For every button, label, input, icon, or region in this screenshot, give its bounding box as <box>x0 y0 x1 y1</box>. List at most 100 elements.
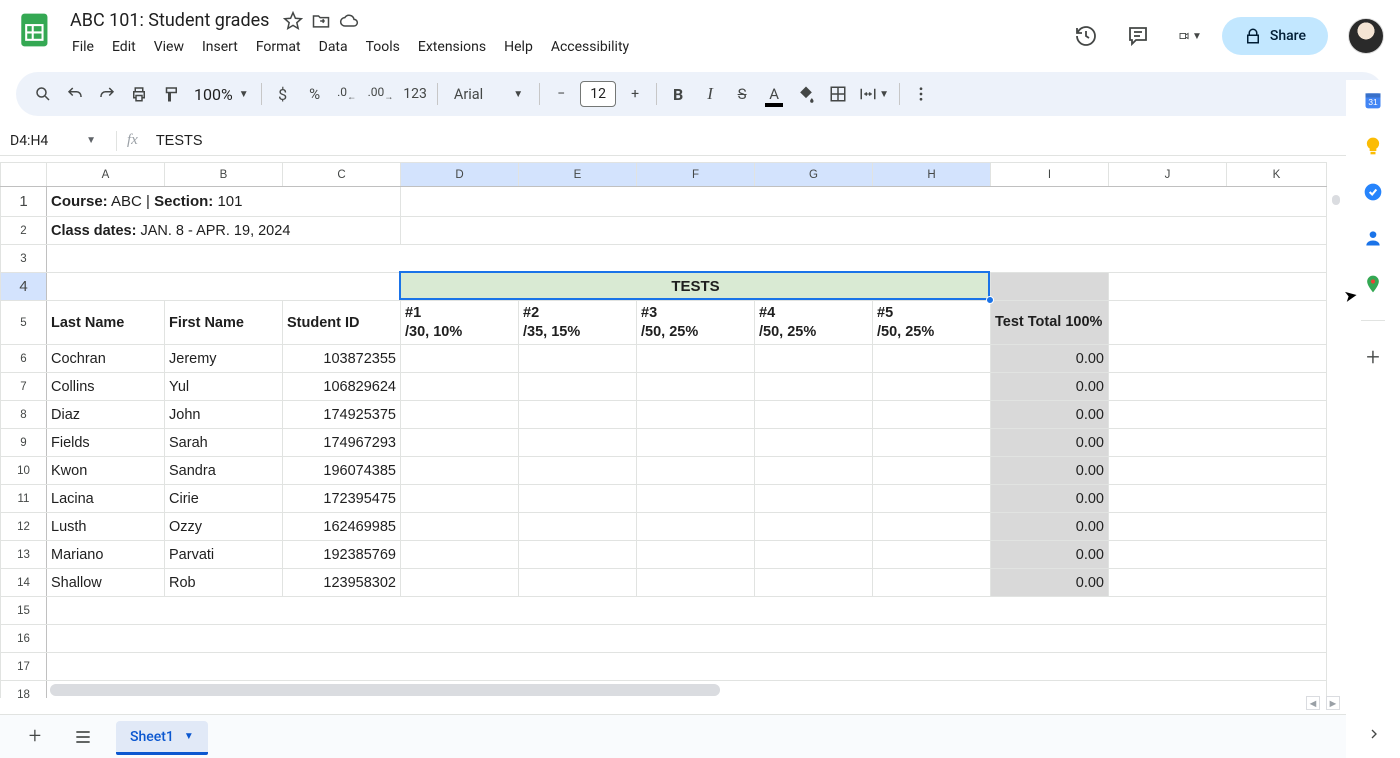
student-last[interactable]: Diaz <box>47 401 165 429</box>
percent-button[interactable]: % <box>300 79 330 109</box>
col-header-G[interactable]: G <box>755 163 873 187</box>
row-header-2[interactable]: 2 <box>1 217 47 245</box>
header-total[interactable]: Test Total 100% <box>991 301 1109 345</box>
row-header-12[interactable]: 12 <box>1 513 47 541</box>
header-studentid[interactable]: Student ID <box>283 301 401 345</box>
student-id[interactable]: 123958302 <box>283 569 401 597</box>
cell[interactable] <box>47 245 1327 273</box>
student-last[interactable]: Lacina <box>47 485 165 513</box>
cell[interactable] <box>1109 401 1327 429</box>
student-total[interactable]: 0.00 <box>991 485 1109 513</box>
increase-font-button[interactable]: + <box>620 79 650 109</box>
cell[interactable] <box>755 485 873 513</box>
col-header-K[interactable]: K <box>1227 163 1327 187</box>
search-icon[interactable] <box>28 79 58 109</box>
student-id[interactable]: 174967293 <box>283 429 401 457</box>
cell[interactable] <box>47 625 1327 653</box>
cell[interactable] <box>401 541 519 569</box>
decrease-font-button[interactable]: − <box>546 79 576 109</box>
cell[interactable] <box>401 345 519 373</box>
maps-icon[interactable] <box>1363 274 1383 298</box>
row-header-8[interactable]: 8 <box>1 401 47 429</box>
cell[interactable] <box>873 345 991 373</box>
cell[interactable] <box>873 485 991 513</box>
student-total[interactable]: 0.00 <box>991 569 1109 597</box>
student-first[interactable]: Rob <box>165 569 283 597</box>
cloud-status-icon[interactable] <box>339 11 359 31</box>
student-last[interactable]: Collins <box>47 373 165 401</box>
cell[interactable] <box>401 187 1327 217</box>
header-t2[interactable]: #2 /35, 15% <box>519 301 637 345</box>
undo-button[interactable] <box>60 79 90 109</box>
row-header-6[interactable]: 6 <box>1 345 47 373</box>
cell[interactable] <box>401 457 519 485</box>
cell[interactable] <box>519 429 637 457</box>
add-sheet-button[interactable]: + <box>20 722 50 752</box>
cell[interactable] <box>755 429 873 457</box>
cell[interactable] <box>755 541 873 569</box>
cell[interactable] <box>755 373 873 401</box>
col-header-D[interactable]: D <box>401 163 519 187</box>
student-first[interactable]: Sarah <box>165 429 283 457</box>
row-header-10[interactable]: 10 <box>1 457 47 485</box>
cell[interactable] <box>401 485 519 513</box>
cell[interactable] <box>873 541 991 569</box>
student-total[interactable]: 0.00 <box>991 401 1109 429</box>
cell[interactable] <box>519 513 637 541</box>
formula-input[interactable]: TESTS <box>156 133 203 149</box>
student-last[interactable]: Shallow <box>47 569 165 597</box>
student-first[interactable]: John <box>165 401 283 429</box>
cell[interactable] <box>873 429 991 457</box>
row-header-11[interactable]: 11 <box>1 485 47 513</box>
cell[interactable] <box>637 345 755 373</box>
cell[interactable] <box>47 273 401 301</box>
vertical-scrollbar[interactable] <box>1328 165 1344 685</box>
format-123-button[interactable]: 123 <box>399 79 431 109</box>
move-icon[interactable] <box>311 11 331 31</box>
cell[interactable] <box>1109 301 1327 345</box>
paint-format-button[interactable] <box>156 79 186 109</box>
cell[interactable] <box>1109 429 1327 457</box>
cell[interactable] <box>873 513 991 541</box>
cell[interactable] <box>519 457 637 485</box>
cell[interactable] <box>873 401 991 429</box>
class-dates-cell[interactable]: Class dates: JAN. 8 - APR. 19, 2024 <box>47 217 401 245</box>
student-total[interactable]: 0.00 <box>991 513 1109 541</box>
header-t1[interactable]: #1 /30, 10% <box>401 301 519 345</box>
spreadsheet-grid[interactable]: ABCDEFGHIJK1Course: ABC | Section: 1012C… <box>0 162 1346 698</box>
add-on-button[interactable]: + <box>1366 343 1380 371</box>
cell[interactable] <box>637 513 755 541</box>
header-t5[interactable]: #5 /50, 25% <box>873 301 991 345</box>
cell[interactable] <box>1109 273 1327 301</box>
hide-side-panel-button[interactable] <box>1366 726 1382 746</box>
print-button[interactable] <box>124 79 154 109</box>
currency-button[interactable]: $ <box>268 79 298 109</box>
font-size-input[interactable]: 12 <box>580 81 616 107</box>
row-header-3[interactable]: 3 <box>1 245 47 273</box>
cell[interactable] <box>1109 457 1327 485</box>
cell[interactable] <box>401 513 519 541</box>
student-last[interactable]: Mariano <box>47 541 165 569</box>
borders-button[interactable] <box>823 79 853 109</box>
cell[interactable] <box>519 401 637 429</box>
cell[interactable] <box>637 457 755 485</box>
increase-decimal-button[interactable]: .00→ <box>364 79 398 109</box>
student-last[interactable]: Fields <box>47 429 165 457</box>
col-header-F[interactable]: F <box>637 163 755 187</box>
cell[interactable] <box>637 541 755 569</box>
row-header-1[interactable]: 1 <box>1 187 47 217</box>
cell[interactable] <box>1109 569 1327 597</box>
student-id[interactable]: 174925375 <box>283 401 401 429</box>
cell[interactable] <box>519 569 637 597</box>
row-header-16[interactable]: 16 <box>1 625 47 653</box>
col-header-H[interactable]: H <box>873 163 991 187</box>
menu-insert[interactable]: Insert <box>194 35 246 59</box>
cell[interactable] <box>47 653 1327 681</box>
cell[interactable] <box>401 373 519 401</box>
menu-format[interactable]: Format <box>248 35 309 59</box>
student-total[interactable]: 0.00 <box>991 373 1109 401</box>
cell[interactable] <box>401 401 519 429</box>
course-info-cell[interactable]: Course: ABC | Section: 101 <box>47 187 401 217</box>
calendar-icon[interactable]: 31 <box>1363 90 1383 114</box>
fill-color-button[interactable] <box>791 79 821 109</box>
